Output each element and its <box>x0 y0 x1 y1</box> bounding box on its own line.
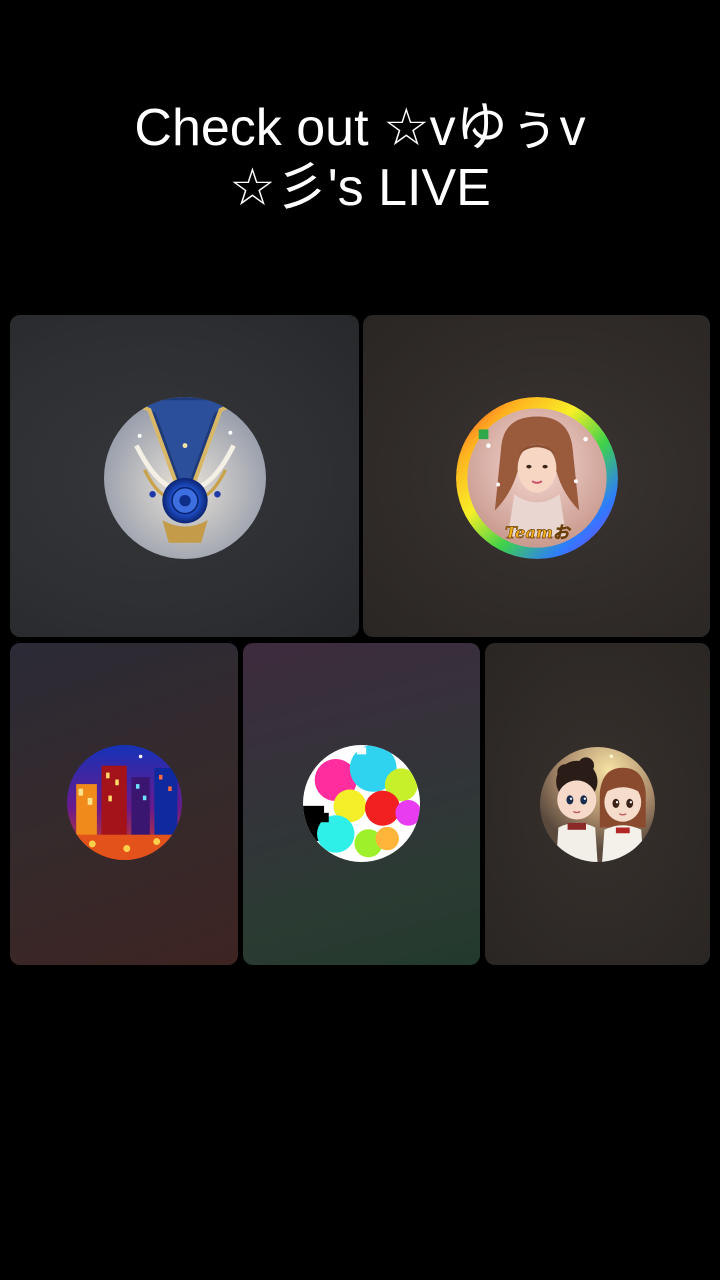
guest-tile-1[interactable] <box>10 315 359 637</box>
team-badge-text: Teamお <box>505 523 572 542</box>
headline-line-2: ☆彡's LIVE <box>229 159 491 217</box>
colorful-pixel-blobs-avatar[interactable] <box>303 745 420 862</box>
neon-city-night-avatar[interactable] <box>67 745 182 860</box>
woman-portrait-rainbow-frame-avatar[interactable]: Teamお <box>456 397 618 559</box>
two-dolls-avatar[interactable] <box>540 747 655 862</box>
guest-tile-4[interactable] <box>243 643 480 965</box>
live-invite-headline: Check out ☆vゆぅv ☆彡's LIVE <box>60 98 660 218</box>
guest-tile-5[interactable] <box>485 643 710 965</box>
headline-line-1: Check out ☆vゆぅv <box>134 99 586 157</box>
guest-tile-2[interactable]: Teamお <box>363 315 710 637</box>
guest-tile-3[interactable] <box>10 643 238 965</box>
blue-rose-v-emblem-avatar[interactable] <box>104 397 266 559</box>
